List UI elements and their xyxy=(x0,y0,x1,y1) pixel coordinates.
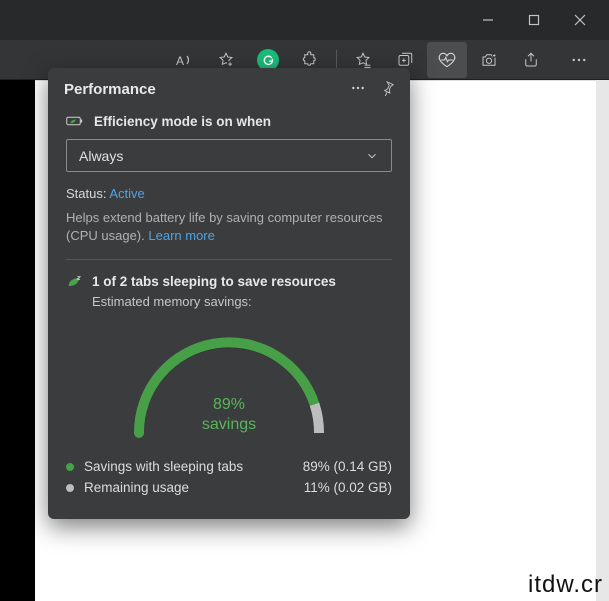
vertical-scrollbar[interactable] xyxy=(596,80,609,601)
legend-name: Savings with sleeping tabs xyxy=(84,459,303,474)
share-icon xyxy=(522,51,540,69)
leaf-battery-icon xyxy=(66,113,84,129)
sleeping-leaf-icon xyxy=(66,274,82,290)
efficiency-mode-row: Efficiency mode is on when xyxy=(66,113,392,129)
gauge-word: savings xyxy=(119,415,339,435)
window-maximize-button[interactable] xyxy=(511,0,557,40)
sleeping-tabs-header: 1 of 2 tabs sleeping to save resources xyxy=(66,274,392,290)
heartbeat-icon xyxy=(437,50,457,70)
scrollbar-thumb[interactable] xyxy=(596,80,609,601)
more-horizontal-icon xyxy=(350,80,366,96)
savings-gauge: 89% savings xyxy=(66,323,392,443)
window-close-button[interactable] xyxy=(557,0,603,40)
learn-more-link[interactable]: Learn more xyxy=(148,228,214,243)
panel-more-button[interactable] xyxy=(350,80,366,99)
svg-text:A: A xyxy=(176,54,184,68)
close-icon xyxy=(574,14,586,26)
legend-row-savings: Savings with sleeping tabs 89% (0.14 GB) xyxy=(66,459,392,474)
performance-button[interactable] xyxy=(427,42,467,78)
web-capture-button[interactable] xyxy=(469,42,509,78)
more-menu-button[interactable] xyxy=(559,42,599,78)
gauge-percent: 89% xyxy=(119,395,339,415)
legend-value: 89% (0.14 GB) xyxy=(303,459,392,474)
window-titlebar xyxy=(0,0,609,40)
gauge-legend: Savings with sleeping tabs 89% (0.14 GB)… xyxy=(66,459,392,495)
legend-dot-grey xyxy=(66,484,74,492)
minimize-icon xyxy=(482,14,494,26)
window-minimize-button[interactable] xyxy=(465,0,511,40)
legend-value: 11% (0.02 GB) xyxy=(304,480,392,495)
maximize-icon xyxy=(528,14,540,26)
sleeping-tabs-subline: Estimated memory savings: xyxy=(92,294,392,309)
efficiency-mode-selected: Always xyxy=(79,148,123,164)
status-value-link[interactable]: Active xyxy=(109,186,144,201)
performance-panel-title: Performance xyxy=(64,81,156,98)
legend-name: Remaining usage xyxy=(84,480,304,495)
efficiency-mode-label: Efficiency mode is on when xyxy=(94,114,271,129)
pin-icon xyxy=(380,80,396,96)
camera-plus-icon xyxy=(480,51,498,69)
collections-icon xyxy=(396,51,414,69)
star-plus-icon xyxy=(217,51,235,69)
watermark-text: itdw.cr xyxy=(528,571,603,599)
efficiency-status-line: Status: Active xyxy=(66,186,392,201)
chevron-down-icon xyxy=(365,149,379,163)
toolbar-separator xyxy=(336,50,337,70)
performance-panel-header: Performance xyxy=(48,68,410,109)
panel-pin-button[interactable] xyxy=(380,80,396,99)
efficiency-mode-dropdown[interactable]: Always xyxy=(66,139,392,172)
page-left-border xyxy=(0,80,35,601)
more-horizontal-icon xyxy=(570,51,588,69)
gauge-center-label: 89% savings xyxy=(119,395,339,435)
legend-dot-green xyxy=(66,463,74,471)
status-label: Status: xyxy=(66,186,106,201)
puzzle-icon xyxy=(301,51,319,69)
legend-row-remaining: Remaining usage 11% (0.02 GB) xyxy=(66,480,392,495)
share-button[interactable] xyxy=(511,42,551,78)
star-list-icon xyxy=(354,51,372,69)
read-aloud-icon: A xyxy=(175,51,193,69)
help-text-content: Helps extend battery life by saving comp… xyxy=(66,210,383,243)
efficiency-help-text: Helps extend battery life by saving comp… xyxy=(66,209,392,245)
performance-panel: Performance Efficiency mode is on when A… xyxy=(48,68,410,519)
panel-divider xyxy=(66,259,392,260)
sleeping-tabs-headline: 1 of 2 tabs sleeping to save resources xyxy=(92,274,336,289)
